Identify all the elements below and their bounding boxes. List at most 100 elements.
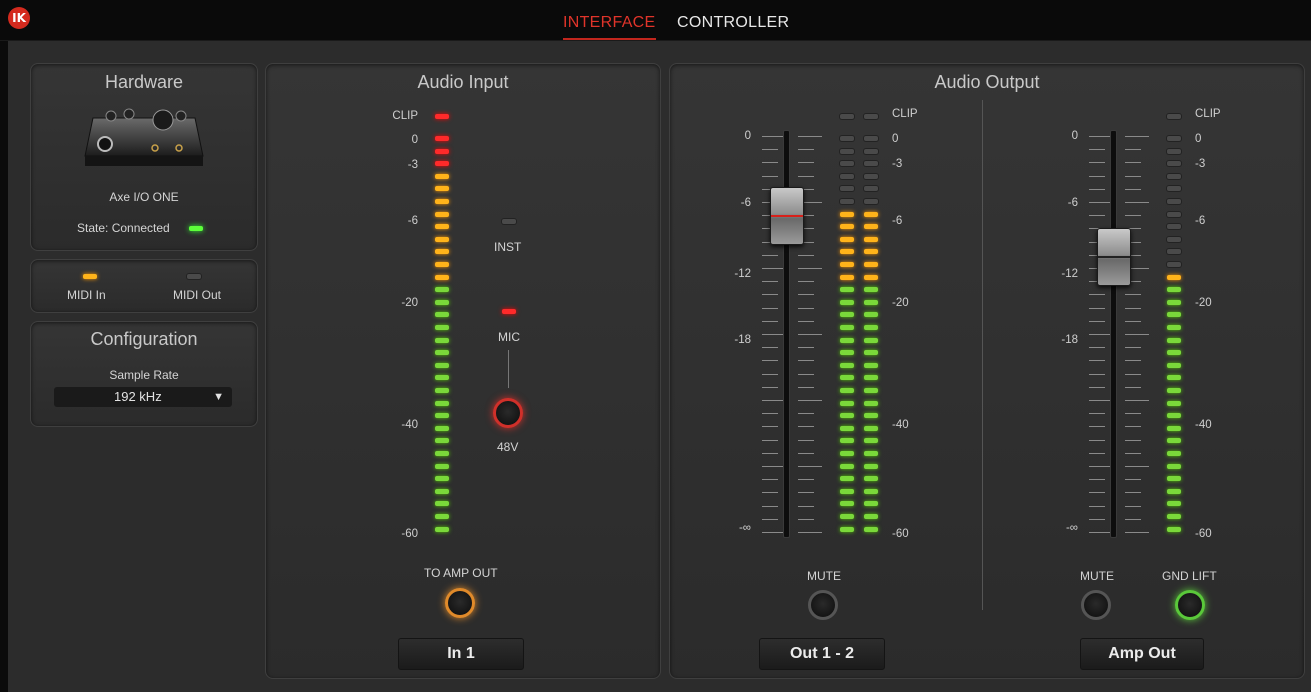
meter-segment xyxy=(1167,526,1181,532)
midi-out-label: MIDI Out xyxy=(173,288,222,302)
fader-tick xyxy=(1089,215,1105,217)
fader-tick xyxy=(762,294,778,296)
meter-segment xyxy=(864,514,878,519)
meter-segment xyxy=(840,501,854,507)
amp-meter-scale-minus3: -3 xyxy=(1195,158,1206,170)
meter-segment xyxy=(840,514,854,519)
inst-label[interactable]: INST xyxy=(494,240,521,254)
amp-meter-scale-minus6: -6 xyxy=(1195,215,1206,227)
fader-tick xyxy=(1125,334,1149,335)
meter-segment xyxy=(864,274,878,280)
fader-tick xyxy=(762,320,778,322)
meter-segment xyxy=(435,375,449,381)
meter-segment xyxy=(864,224,878,230)
fader-tick xyxy=(1125,188,1141,190)
meter-segment xyxy=(1167,476,1181,482)
meter-segment xyxy=(840,136,854,141)
input-scale-minus20: -20 xyxy=(401,297,418,309)
meter-segment xyxy=(1167,224,1181,230)
amp-fader-handle[interactable] xyxy=(1097,228,1131,286)
fader-tick xyxy=(1125,294,1141,296)
fader-tick xyxy=(798,175,814,177)
meter-segment xyxy=(1167,350,1181,356)
fader-tick xyxy=(762,492,778,494)
meter-segment xyxy=(864,501,878,507)
to-amp-out-button[interactable] xyxy=(445,588,475,618)
amp-mute-label: MUTE xyxy=(1080,569,1114,583)
fader-tick xyxy=(1125,320,1141,322)
fader-tick xyxy=(1125,492,1141,494)
meter-segment xyxy=(435,312,449,318)
fader-tick xyxy=(798,466,822,467)
fader-tick xyxy=(1125,215,1141,217)
meter-segment xyxy=(1167,337,1181,343)
meter-segment xyxy=(840,325,854,330)
meter-segment xyxy=(435,400,449,406)
fader-tick xyxy=(1089,320,1105,322)
meter-segment xyxy=(1167,400,1181,406)
amp-fader-scale-minus18: -18 xyxy=(1061,334,1078,346)
amp-meter-scale-0: 0 xyxy=(1195,133,1202,145)
meter-segment xyxy=(1167,375,1181,381)
inst-led xyxy=(502,219,516,224)
out12-channel-name[interactable]: Out 1 - 2 xyxy=(759,638,885,670)
fader-tick xyxy=(1089,386,1105,388)
mic-label[interactable]: MIC xyxy=(498,330,520,344)
clip-led xyxy=(1167,114,1181,119)
sample-rate-select[interactable]: 192 kHz ▼ xyxy=(54,387,232,407)
fader-tick xyxy=(1089,360,1105,362)
meter-segment xyxy=(435,173,449,179)
out12-fader-scale-minus6: -6 xyxy=(740,197,751,209)
fader-tick xyxy=(762,175,778,177)
fader-tick xyxy=(762,518,778,520)
fader-tick xyxy=(798,254,814,256)
tab-interface[interactable]: INTERFACE xyxy=(563,14,656,40)
configuration-panel: Configuration Sample Rate xyxy=(30,321,258,427)
meter-segment xyxy=(435,451,449,456)
midi-in-label: MIDI In xyxy=(67,288,106,302)
input-channel-name[interactable]: In 1 xyxy=(398,638,524,670)
tab-interface-label: INTERFACE xyxy=(563,14,656,31)
gnd-lift-label: GND LIFT xyxy=(1162,569,1217,583)
meter-segment xyxy=(840,476,854,482)
meter-segment xyxy=(1167,362,1181,368)
fader-tick xyxy=(762,373,778,375)
fader-tick xyxy=(762,439,778,441)
ik-logo-icon: IK xyxy=(8,7,30,29)
amp-meter-scale-clip: CLIP xyxy=(1195,108,1221,120)
fader-tick xyxy=(798,281,814,283)
out12-fader-handle[interactable] xyxy=(770,187,804,245)
fader-tick xyxy=(1089,307,1105,309)
amp-channel-name[interactable]: Amp Out xyxy=(1080,638,1204,670)
fader-tick xyxy=(1125,505,1141,507)
amp-fader-scale-0: 0 xyxy=(1071,130,1078,142)
meter-segment xyxy=(864,350,878,356)
meter-segment xyxy=(1167,488,1181,494)
meter-segment xyxy=(1167,287,1181,293)
fader-tick xyxy=(1125,426,1141,428)
fader-tick xyxy=(1089,452,1105,454)
amp-mute-button[interactable] xyxy=(1081,590,1111,620)
fader-tick xyxy=(762,452,778,454)
fader-tick xyxy=(798,347,814,349)
meter-segment xyxy=(840,236,854,242)
meter-segment xyxy=(435,136,449,141)
configuration-title: Configuration xyxy=(90,329,198,349)
meter-segment xyxy=(840,173,854,179)
output-divider xyxy=(982,100,983,610)
tab-controller[interactable]: CONTROLLER xyxy=(677,14,789,32)
fader-tick xyxy=(798,268,822,269)
gnd-lift-button[interactable] xyxy=(1175,590,1205,620)
meter-segment xyxy=(1167,413,1181,419)
meter-segment xyxy=(1167,312,1181,318)
out12-mute-button[interactable] xyxy=(808,590,838,620)
fader-tick xyxy=(798,452,814,454)
workspace: Hardware Axe I/O ONE State: Connected MI… xyxy=(8,41,1311,692)
hardware-panel: Hardware Axe I/O ONE State: Connected xyxy=(30,63,258,251)
fader-tick xyxy=(798,492,814,494)
meter-segment xyxy=(840,199,854,204)
fader-tick xyxy=(1125,466,1149,467)
sample-rate-value: 192 kHz xyxy=(114,389,162,404)
phantom-power-button[interactable] xyxy=(493,398,523,428)
meter-segment xyxy=(864,161,878,167)
